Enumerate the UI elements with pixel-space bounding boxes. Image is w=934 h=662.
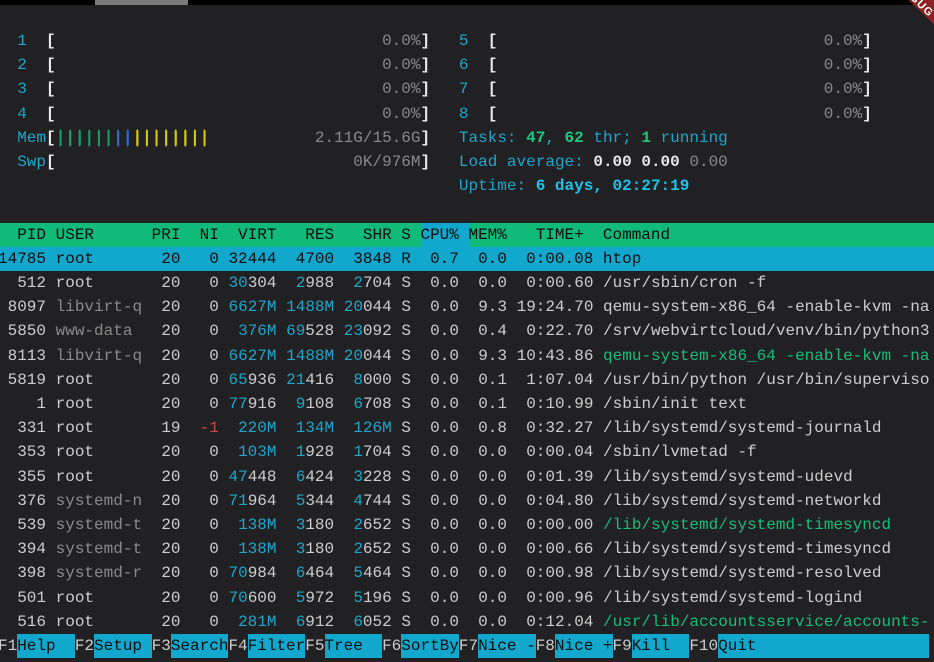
svg-text:DEBUG: DEBUG: [895, 0, 934, 20]
